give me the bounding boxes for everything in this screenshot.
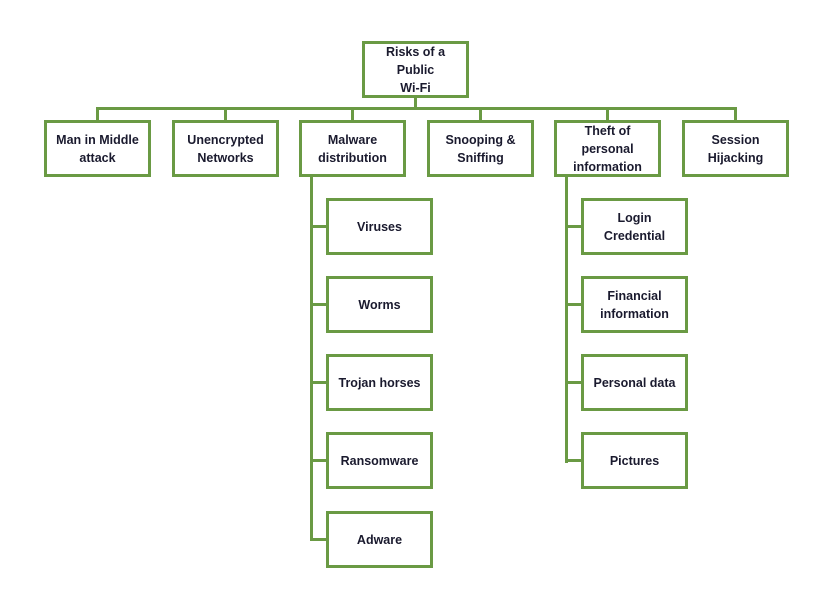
node-viruses: Viruses: [326, 198, 433, 255]
malware-branch-connector: [310, 303, 327, 306]
node-theft-personal-info: Theft of personal information: [554, 120, 661, 177]
theft-branch-connector: [565, 459, 582, 462]
node-financial-information: Financial information: [581, 276, 688, 333]
node-adware: Adware: [326, 511, 433, 568]
theft-branch-connector: [565, 381, 582, 384]
root-node: Risks of a Public Wi-Fi: [362, 41, 469, 98]
node-man-in-middle: Man in Middle attack: [44, 120, 151, 177]
level1-drop-connector: [351, 107, 354, 121]
node-snooping-sniffing: Snooping & Sniffing: [427, 120, 534, 177]
level1-drop-connector: [96, 107, 99, 121]
theft-spine-connector: [565, 176, 568, 463]
node-personal-data: Personal data: [581, 354, 688, 411]
node-trojan-horses: Trojan horses: [326, 354, 433, 411]
node-session-hijacking: Session Hijacking: [682, 120, 789, 177]
malware-branch-connector: [310, 538, 327, 541]
theft-branch-connector: [565, 303, 582, 306]
node-ransomware: Ransomware: [326, 432, 433, 489]
node-unencrypted-networks: Unencrypted Networks: [172, 120, 279, 177]
node-worms: Worms: [326, 276, 433, 333]
malware-branch-connector: [310, 381, 327, 384]
malware-branch-connector: [310, 459, 327, 462]
node-pictures: Pictures: [581, 432, 688, 489]
malware-branch-connector: [310, 225, 327, 228]
level1-drop-connector: [606, 107, 609, 121]
theft-branch-connector: [565, 225, 582, 228]
level1-drop-connector: [224, 107, 227, 121]
level1-bus-connector: [96, 107, 737, 110]
node-login-credential: Login Credential: [581, 198, 688, 255]
level1-drop-connector: [479, 107, 482, 121]
node-malware-distribution: Malware distribution: [299, 120, 406, 177]
malware-spine-connector: [310, 176, 313, 541]
risks-hierarchy-diagram: Risks of a Public Wi-Fi Man in Middle at…: [0, 0, 818, 594]
level1-drop-connector: [734, 107, 737, 121]
